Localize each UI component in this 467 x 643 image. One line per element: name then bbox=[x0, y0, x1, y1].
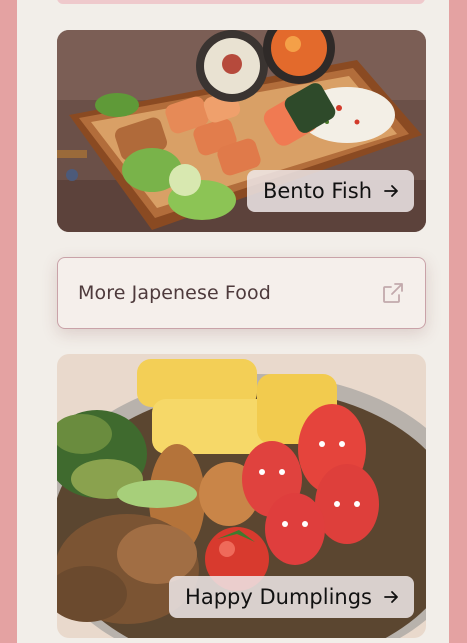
external-link-icon bbox=[383, 283, 403, 303]
happy-dumplings-title: Happy Dumplings bbox=[185, 585, 372, 609]
happy-dumplings-card[interactable]: Happy Dumplings bbox=[57, 354, 426, 638]
more-link-label: More Japenese Food bbox=[78, 282, 271, 304]
happy-dumplings-caption[interactable]: Happy Dumplings bbox=[169, 576, 414, 618]
arrow-right-icon bbox=[384, 591, 398, 603]
more-japanese-food-link[interactable]: More Japenese Food bbox=[57, 257, 426, 329]
previous-card-edge bbox=[57, 0, 425, 4]
arrow-right-icon bbox=[384, 185, 398, 197]
bento-fish-title: Bento Fish bbox=[262, 179, 372, 203]
content-panel: Bento Fish More Japenese Food Happy Dump… bbox=[17, 0, 449, 643]
bento-fish-card[interactable]: Bento Fish bbox=[57, 30, 426, 232]
bento-fish-caption[interactable]: Bento Fish bbox=[246, 170, 414, 212]
